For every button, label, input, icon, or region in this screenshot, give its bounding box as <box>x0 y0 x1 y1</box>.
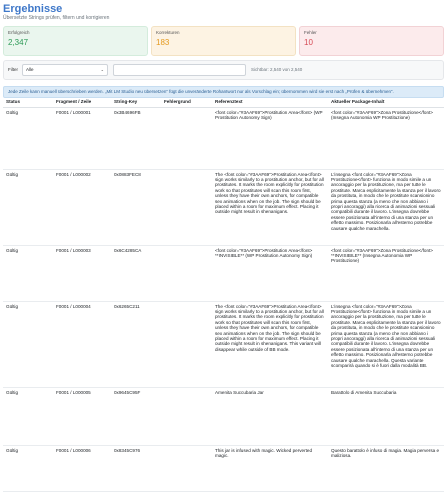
row-key: 0x8345C976 <box>111 445 161 492</box>
row-current[interactable]: L'insegna <font color="#3AAF69">Zona Pro… <box>328 169 444 246</box>
row-reference[interactable]: <font color="#3AAF69">Prostitution Area<… <box>212 245 328 302</box>
table-row[interactable]: Gültig F0001 / L000001 0x3B4696FB <font … <box>3 107 444 170</box>
row-fragment: F0001 / L000001 <box>53 107 111 170</box>
filter-bar: Filter Alle ⌄ Sichtbar: 2,540 von 2,540 <box>3 60 444 80</box>
filter-select[interactable]: Alle ⌄ <box>22 64 108 76</box>
info-alert: Jede Zeile kann manuell überschrieben we… <box>3 86 444 98</box>
row-current[interactable]: L'insegna <font color="#3AAF69">Zona Pro… <box>328 301 444 388</box>
filter-select-value: Alle <box>26 67 34 73</box>
row-status: Gültig <box>3 245 53 302</box>
row-status: Gültig <box>3 301 53 388</box>
row-key: 0x9645C95F <box>111 387 161 446</box>
row-status: Gültig <box>3 169 53 246</box>
row-reference[interactable]: Amenita Succubaria Jar <box>212 387 328 446</box>
success-label: Erfolgreich <box>8 30 30 35</box>
column-header-reference[interactable]: Referenztext <box>212 98 328 108</box>
row-status: Gültig <box>3 107 53 170</box>
row-fragment: F0001 / L000005 <box>53 387 111 446</box>
success-value: 2,347 <box>8 38 29 47</box>
page-subtitle: Übersetzte Strings prüfen, filtern und k… <box>3 15 110 21</box>
table-header-row: Status Fragment / Zeile String-Key Fehle… <box>3 98 444 108</box>
table-row[interactable]: Gültig F0001 / L000004 0x6265C211 The <f… <box>3 301 444 388</box>
row-reference[interactable]: <font color="#3AAF69">Prostitution Area<… <box>212 107 328 170</box>
results-page: Ergebnisse Übersetzte Strings prüfen, fi… <box>0 0 447 500</box>
success-card: Erfolgreich 2,347 <box>3 26 148 56</box>
column-header-fragment[interactable]: Fragment / Zeile <box>53 98 111 108</box>
row-error <box>161 387 212 446</box>
corrections-card: Korrekturen 183 <box>151 26 296 56</box>
table-row[interactable]: Gültig F0001 / L000005 0x9645C95F Amenit… <box>3 387 444 446</box>
page-title: Ergebnisse <box>3 3 63 15</box>
row-fragment: F0001 / L000003 <box>53 245 111 302</box>
row-error <box>161 245 212 302</box>
row-current[interactable]: Barattolo di Amenita Succubaria <box>328 387 444 446</box>
row-key: 0x6265C211 <box>111 301 161 388</box>
row-fragment: F0001 / L000002 <box>53 169 111 246</box>
row-current[interactable]: <font color="#3AAF69">Zona Prostituzione… <box>328 245 444 302</box>
row-current[interactable]: Questo barattolo è infuso di magia. Magi… <box>328 445 444 492</box>
column-header-error[interactable]: Fehlergrund <box>161 98 212 108</box>
filter-label: Filter <box>8 67 18 73</box>
column-header-current[interactable]: Aktueller Package-Inhalt <box>328 98 444 108</box>
row-fragment: F0001 / L000004 <box>53 301 111 388</box>
row-status: Gültig <box>3 387 53 446</box>
corrections-label: Korrekturen <box>156 30 180 35</box>
row-key: 0x3B4696FB <box>111 107 161 170</box>
row-key: 0x6C4285CA <box>111 245 161 302</box>
row-error <box>161 301 212 388</box>
column-header-string-key[interactable]: String-Key <box>111 98 161 108</box>
row-error <box>161 445 212 492</box>
visible-count: Sichtbar: 2,540 von 2,540 <box>251 67 303 73</box>
table-row[interactable]: Gültig F0001 / L000006 0x8345C976 This j… <box>3 445 444 492</box>
table-row[interactable]: Gültig F0001 / L000003 0x6C4285CA <font … <box>3 245 444 302</box>
row-status: Gültig <box>3 445 53 492</box>
errors-value: 10 <box>304 38 313 47</box>
errors-card: Fehler 10 <box>299 26 444 56</box>
row-key: 0x0883FEC8 <box>111 169 161 246</box>
search-input[interactable] <box>113 64 246 76</box>
column-header-status[interactable]: Status <box>3 98 53 108</box>
results-table: Status Fragment / Zeile String-Key Fehle… <box>3 98 444 492</box>
row-error <box>161 107 212 170</box>
chevron-down-icon: ⌄ <box>100 67 104 73</box>
row-error <box>161 169 212 246</box>
row-reference[interactable]: This jar is infused with magic. Wicked p… <box>212 445 328 492</box>
row-reference[interactable]: The <font color="#3AAF69">Prostitution A… <box>212 301 328 388</box>
row-fragment: F0001 / L000006 <box>53 445 111 492</box>
row-reference[interactable]: The <font color="#3AAF69">Prostitution A… <box>212 169 328 246</box>
row-current[interactable]: <font color="#3AAF69">Zona Prostituzione… <box>328 107 444 170</box>
stats-cards: Erfolgreich 2,347 Korrekturen 183 Fehler… <box>3 26 444 56</box>
table-row[interactable]: Gültig F0001 / L000002 0x0883FEC8 The <f… <box>3 169 444 246</box>
corrections-value: 183 <box>156 38 170 47</box>
errors-label: Fehler <box>304 30 317 35</box>
